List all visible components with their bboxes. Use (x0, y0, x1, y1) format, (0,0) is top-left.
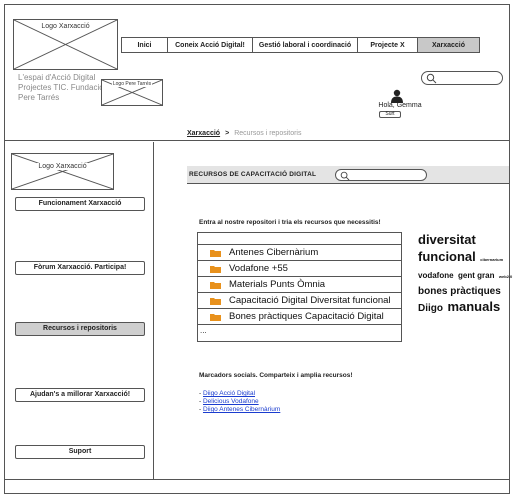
repository-item[interactable]: Vodafone +55 (198, 261, 401, 277)
tag-link[interactable]: cibernarium (480, 257, 503, 262)
nav-item-xarxaccio[interactable]: Xarxacció (418, 38, 479, 52)
breadcrumb-separator: > (225, 130, 230, 137)
tag-link[interactable]: gent gran (458, 271, 494, 280)
sidebar-item-suport[interactable]: Suport (15, 445, 145, 459)
placeholder-cross (12, 154, 113, 189)
search-input[interactable] (421, 71, 503, 85)
search-icon (426, 73, 437, 84)
logo-pere-tarres[interactable]: Logo Pere Tarrés (101, 79, 163, 106)
repository-item[interactable]: Antenes Cibernàrium (198, 245, 401, 261)
nav-item-gestio[interactable]: Gestió laboral i coordinació (253, 38, 358, 52)
social-link-diigo-antenes[interactable]: Diigo Antenes Cibernàrium (203, 406, 280, 413)
intro-text: Entra al nostre repositori i tria els re… (199, 219, 381, 226)
logo-xarxaccio[interactable]: Logo Xarxacció (13, 19, 118, 70)
search-icon (340, 171, 350, 181)
folder-icon (210, 313, 221, 321)
sidebar-item-ajudans[interactable]: Ajudan's a millorar Xarxacció! (15, 388, 145, 402)
tagline: L'espai d'Acció Digital Projectes TIC. F… (18, 73, 104, 102)
sidebar-item-forum[interactable]: Fòrum Xarxacció. Participa! (15, 261, 145, 275)
sidebar-logo-label: Logo Xarxacció (37, 163, 88, 170)
repository-label: Materials Punts Òmnia (229, 279, 326, 290)
resource-search-input[interactable] (335, 169, 427, 181)
tag-link[interactable]: funcional (418, 249, 476, 264)
repository-list: Antenes Cibernàrium Vodafone +55 Materials… (197, 232, 402, 342)
repository-label: Vodafone +55 (229, 263, 288, 274)
logo-label: Logo Xarxacció (40, 23, 91, 30)
tag-link[interactable]: bones pràctiques (418, 286, 501, 298)
main-content: Xarxacció > Recursos i repositoris RECURSO… (155, 130, 512, 479)
header: Logo Xarxacció L'espai d'Acció Digital P… (5, 5, 509, 141)
repository-label: Bones pràctiques Capacitació Digital (229, 311, 384, 322)
folder-icon (210, 281, 221, 289)
nav-item-inici[interactable]: Inici (122, 38, 168, 52)
sidebar-item-recursos[interactable]: Recursos i repositoris (15, 322, 145, 336)
tag-link[interactable]: web2.0 (499, 274, 512, 279)
breadcrumb-current: Recursos i repositoris (234, 130, 302, 137)
logout-button[interactable]: Surt (379, 111, 401, 118)
social-links: - Diigo Acció Digital - Delicious Vodafo… (199, 390, 281, 413)
tag-link[interactable]: Diigo (418, 303, 443, 314)
footer (5, 479, 509, 493)
repository-more[interactable]: ... (198, 325, 401, 339)
repository-item[interactable]: Materials Punts Òmnia (198, 277, 401, 293)
social-title: Marcadors socials. Comparteix i amplia r… (199, 372, 353, 379)
sidebar-item-funcionament[interactable]: Funcionament Xarxacció (15, 197, 145, 211)
social-link-diigo-accio[interactable]: Diigo Acció Digital (203, 390, 255, 397)
folder-icon (210, 297, 221, 305)
breadcrumb-link[interactable]: Xarxacció (187, 130, 220, 137)
nav-item-projecte[interactable]: Projecte X (358, 38, 418, 52)
small-logo-label: Logo Pere Tarrés (111, 81, 153, 87)
main-nav: Inici Coneix Acció Digital! Gestió labor… (121, 37, 480, 53)
greeting: Hola, Gemma (378, 102, 422, 109)
sidebar: Logo Xarxacció Funcionament Xarxacció Fò… (5, 142, 154, 479)
tag-cloud: diversitat funcional cibernarium vodafon… (418, 232, 513, 316)
tag-link[interactable]: diversitat (418, 232, 476, 247)
repository-item[interactable]: Bones pràctiques Capacitació Digital (198, 309, 401, 325)
user-icon[interactable] (390, 89, 404, 103)
repository-label: Capacitació Digital Diversitat funcional (229, 295, 391, 306)
page-frame: Logo Xarxacció L'espai d'Acció Digital P… (4, 4, 512, 494)
sidebar-logo[interactable]: Logo Xarxacció (11, 153, 114, 190)
repository-item[interactable]: Capacitació Digital Diversitat funcional (198, 293, 401, 309)
social-link-delicious[interactable]: Delicious Vodafone (203, 398, 259, 405)
tag-link[interactable]: vodafone (418, 271, 454, 280)
breadcrumb: Xarxacció > Recursos i repositoris (187, 130, 302, 137)
folder-icon (210, 249, 221, 257)
tag-link[interactable]: manuals (447, 299, 500, 314)
repository-label: Antenes Cibernàrium (229, 247, 319, 258)
folder-icon (210, 265, 221, 273)
section-header: RECURSOS DE CAPACITACIÓ DIGITAL (187, 166, 509, 184)
repository-list-header (198, 233, 401, 245)
section-title: RECURSOS DE CAPACITACIÓ DIGITAL (189, 171, 317, 178)
nav-item-coneix[interactable]: Coneix Acció Digital! (168, 38, 253, 52)
